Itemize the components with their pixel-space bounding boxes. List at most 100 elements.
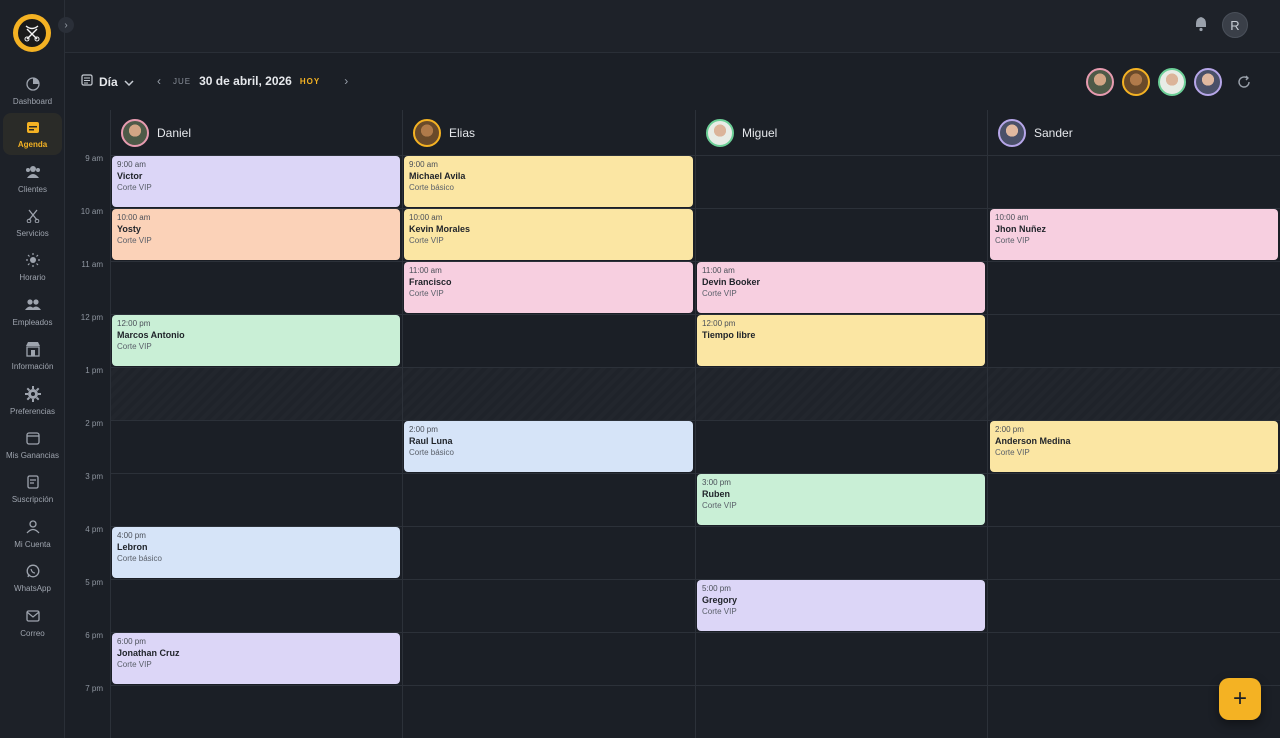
clients-icon bbox=[25, 164, 41, 180]
user-icon bbox=[25, 519, 41, 535]
sidebar-item-agenda[interactable]: Agenda bbox=[3, 113, 62, 155]
current-date[interactable]: 30 de abril, 2026 bbox=[199, 74, 292, 88]
appointment-time: 11:00 am bbox=[702, 266, 735, 275]
client-name: Devin Booker bbox=[702, 277, 761, 287]
today-badge[interactable]: HOY bbox=[300, 77, 320, 86]
time-label: 6 pm bbox=[85, 631, 103, 640]
sidebar-item-label: Información bbox=[11, 362, 54, 371]
client-name: Anderson Medina bbox=[995, 436, 1071, 446]
sidebar-item-label: Suscripción bbox=[11, 495, 54, 504]
appointment-time: 10:00 am bbox=[409, 213, 443, 222]
sidebar-item-label: Correo bbox=[20, 629, 45, 638]
staff-avatar-sander[interactable] bbox=[1194, 68, 1222, 96]
appointment-card[interactable]: 12:00 pm Tiempo libre bbox=[697, 315, 985, 366]
service-name: Corte VIP bbox=[117, 342, 152, 351]
sidebar-item-suscripcion[interactable]: Suscripción bbox=[3, 468, 62, 510]
appointment-card[interactable]: 4:00 pm Lebron Corte básico bbox=[112, 527, 400, 578]
avatar bbox=[998, 118, 1026, 147]
time-label: 7 pm bbox=[85, 684, 103, 693]
avatar bbox=[706, 118, 734, 147]
client-name: Ruben bbox=[702, 489, 730, 499]
time-label: 5 pm bbox=[85, 578, 103, 587]
wallet-icon bbox=[25, 430, 41, 446]
service-name: Corte básico bbox=[409, 183, 454, 192]
view-select-label: Día bbox=[99, 74, 118, 89]
view-select[interactable]: Día bbox=[81, 74, 134, 89]
time-label: 4 pm bbox=[85, 525, 103, 534]
sidebar-collapse-button[interactable]: › bbox=[58, 17, 74, 33]
staff-avatar-daniel[interactable] bbox=[1086, 68, 1114, 96]
sidebar-item-correo[interactable]: Correo bbox=[3, 602, 62, 644]
avatar bbox=[413, 118, 441, 147]
sidebar-item-label: Empleados bbox=[12, 318, 53, 327]
previous-day-button[interactable]: ‹ bbox=[151, 74, 167, 88]
appointment-time: 5:00 pm bbox=[702, 584, 731, 593]
appointment-time: 2:00 pm bbox=[409, 425, 438, 434]
time-label: 1 pm bbox=[85, 366, 103, 375]
barbershop-logo[interactable] bbox=[13, 14, 51, 52]
time-label: 3 pm bbox=[85, 472, 103, 481]
service-name: Corte VIP bbox=[702, 607, 737, 616]
appointment-card[interactable]: 2:00 pm Anderson Medina Corte VIP bbox=[990, 421, 1278, 472]
client-name: Jonathan Cruz bbox=[117, 648, 180, 658]
appointment-card[interactable]: 5:00 pm Gregory Corte VIP bbox=[697, 580, 985, 631]
appointment-time: 11:00 am bbox=[409, 266, 442, 275]
sidebar-item-preferencias[interactable]: Preferencias bbox=[3, 380, 62, 422]
add-appointment-button[interactable]: + bbox=[1219, 678, 1261, 720]
service-name: Corte VIP bbox=[117, 183, 152, 192]
staff-column-header[interactable]: Daniel bbox=[110, 110, 402, 155]
staff-column-header[interactable]: Miguel bbox=[695, 110, 987, 155]
appointment-time: 9:00 am bbox=[117, 160, 146, 169]
mail-icon bbox=[25, 608, 41, 624]
user-avatar[interactable]: R bbox=[1222, 12, 1248, 38]
staff-name: Daniel bbox=[157, 125, 192, 140]
service-name: Corte básico bbox=[409, 448, 454, 457]
sidebar-item-servicios[interactable]: Servicios bbox=[3, 202, 62, 244]
staff-name: Sander bbox=[1034, 125, 1073, 140]
appointment-card[interactable]: 9:00 am Michael Avila Corte básico bbox=[404, 156, 693, 207]
time-label: 10 am bbox=[80, 207, 103, 216]
sidebar-item-mi-cuenta[interactable]: Mi Cuenta bbox=[3, 513, 62, 555]
top-bar: R bbox=[65, 0, 1280, 53]
appointment-card[interactable]: 3:00 pm Ruben Corte VIP bbox=[697, 474, 985, 525]
appointment-card[interactable]: 10:00 am Jhon Nuñez Corte VIP bbox=[990, 209, 1278, 260]
appointment-card[interactable]: 2:00 pm Raul Luna Corte básico bbox=[404, 421, 693, 472]
sidebar-item-whatsapp[interactable]: WhatsApp bbox=[3, 557, 62, 599]
client-name: Francisco bbox=[409, 277, 452, 287]
appointment-card[interactable]: 10:00 am Kevin Morales Corte VIP bbox=[404, 209, 693, 260]
staff-avatar-miguel[interactable] bbox=[1158, 68, 1186, 96]
sidebar-item-mis-ganancias[interactable]: Mis Ganancias bbox=[3, 424, 62, 466]
appointment-card[interactable]: 6:00 pm Jonathan Cruz Corte VIP bbox=[112, 633, 400, 684]
appointment-card[interactable]: 11:00 am Devin Booker Corte VIP bbox=[697, 262, 985, 313]
staff-column-header[interactable]: Elias bbox=[402, 110, 695, 155]
user-initial: R bbox=[1230, 17, 1240, 33]
staff-name: Elias bbox=[449, 125, 476, 140]
service-name: Corte VIP bbox=[995, 448, 1030, 457]
dashboard-icon bbox=[25, 76, 41, 92]
time-label: 9 am bbox=[85, 154, 103, 163]
client-name: Kevin Morales bbox=[409, 224, 471, 234]
notification-bell-icon[interactable] bbox=[1194, 16, 1208, 37]
chevron-down-icon bbox=[124, 75, 134, 89]
next-day-button[interactable]: › bbox=[338, 74, 354, 88]
refresh-icon[interactable] bbox=[1234, 72, 1254, 92]
sidebar-item-label: Mis Ganancias bbox=[6, 451, 59, 460]
sidebar-item-dashboard[interactable]: Dashboard bbox=[3, 70, 62, 112]
appointment-card[interactable]: 9:00 am Victor Corte VIP bbox=[112, 156, 400, 207]
staff-column-header[interactable]: Sander bbox=[987, 110, 1280, 155]
day-calendar: Daniel Elias Miguel Sander 9 am 10 am 11… bbox=[65, 110, 1280, 738]
client-name: Michael Avila bbox=[409, 171, 466, 181]
appointment-card[interactable]: 10:00 am Yosty Corte VIP bbox=[112, 209, 400, 260]
appointment-card[interactable]: 12:00 pm Marcos Antonio Corte VIP bbox=[112, 315, 400, 366]
service-name: Corte VIP bbox=[702, 501, 737, 510]
appointment-card[interactable]: 11:00 am Francisco Corte VIP bbox=[404, 262, 693, 313]
sidebar-item-informacion[interactable]: Información bbox=[3, 335, 62, 377]
service-name: Corte VIP bbox=[409, 236, 444, 245]
sidebar-item-clientes[interactable]: Clientes bbox=[3, 158, 62, 200]
client-name: Gregory bbox=[702, 595, 738, 605]
client-name: Lebron bbox=[117, 542, 148, 552]
sidebar-item-empleados[interactable]: Empleados bbox=[3, 291, 62, 333]
staff-avatar-elias[interactable] bbox=[1122, 68, 1150, 96]
service-name: Corte VIP bbox=[702, 289, 737, 298]
sidebar-item-horario[interactable]: Horario bbox=[3, 246, 62, 288]
